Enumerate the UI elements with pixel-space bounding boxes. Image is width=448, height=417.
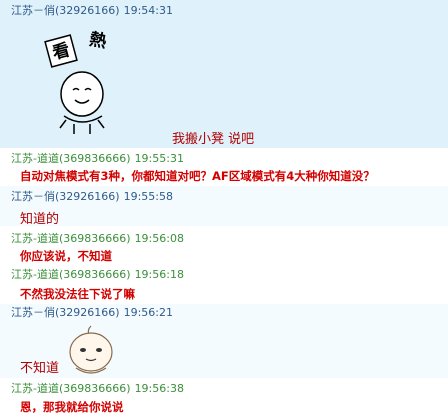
message-header: 江苏-道道(369836666) 19:55:31 <box>11 152 184 165</box>
sender-name: 江苏－俏 <box>11 306 55 319</box>
sender-qq: (369836666) <box>58 232 131 245</box>
message-body: 你应该说，不知道 <box>20 249 112 263</box>
sender-qq: (369836666) <box>58 382 131 395</box>
sender-qq: (369836666) <box>58 268 131 281</box>
timestamp: 19:56:38 <box>134 382 184 395</box>
sender-qq: (32926166) <box>55 190 120 203</box>
message-body: 不知道 <box>20 361 60 376</box>
chat-message: 江苏－俏(32926166) 19:54:31 看 熱 我搬小凳 说吧 <box>0 0 448 148</box>
sender-name: 江苏-道道 <box>11 152 59 165</box>
chat-message: 江苏-道道(369836666) 19:55:31 自动对焦模式有3种，你都知道对… <box>0 148 448 184</box>
sender-name: 江苏-道道 <box>11 382 59 395</box>
sticker-caption-2: 熱 <box>88 29 108 53</box>
timestamp: 19:55:58 <box>123 190 173 203</box>
svg-text:熱: 熱 <box>88 29 108 53</box>
sender-name: 江苏-道道 <box>11 268 59 281</box>
sticker-caption-1: 看 <box>44 34 78 68</box>
watching-sticker-icon: 看 熱 <box>44 29 108 134</box>
timestamp: 19:56:21 <box>123 306 173 319</box>
timestamp: 19:54:31 <box>123 4 173 17</box>
sender-name: 江苏－俏 <box>11 190 55 203</box>
chat-message: 江苏-道道(369836666) 19:56:08 你应该说，不知道 <box>0 228 448 264</box>
chat-message: 江苏-道道(369836666) 19:56:18 不然我没法往下说了嘛 <box>0 264 448 302</box>
message-header: 江苏－俏(32926166) 19:54:31 <box>11 4 173 17</box>
message-header: 江苏-道道(369836666) 19:56:38 <box>11 382 184 395</box>
message-header: 江苏－俏(32926166) 19:55:58 <box>11 190 173 203</box>
message-body: 知道的 <box>20 212 60 227</box>
chat-message: 江苏-道道(369836666) 19:56:38 恩，那我就给你说说 <box>0 380 448 417</box>
sender-qq: (32926166) <box>55 4 120 17</box>
timestamp: 19:56:08 <box>134 232 184 245</box>
sender-qq: (32926166) <box>55 306 120 319</box>
message-body: 我搬小凳 说吧 <box>172 132 255 147</box>
message-body: 不然我没法往下说了嘛 <box>20 287 135 301</box>
message-body: 恩，那我就给你说说 <box>20 400 124 414</box>
onion-head-sticker-icon <box>69 325 113 374</box>
message-body: 自动对焦模式有3种，你都知道对吧？AF区域模式有4大种你知道没？ <box>20 169 375 183</box>
message-header: 江苏-道道(369836666) 19:56:08 <box>11 232 184 245</box>
sender-qq: (369836666) <box>58 152 131 165</box>
timestamp: 19:56:18 <box>134 268 184 281</box>
timestamp: 19:55:31 <box>134 152 184 165</box>
sender-name: 江苏－俏 <box>11 4 55 17</box>
chat-history: 江苏－俏(32926166) 19:54:31 看 熱 我搬小凳 说吧 江苏-道道… <box>0 0 448 417</box>
message-header: 江苏-道道(369836666) 19:56:18 <box>11 268 184 281</box>
chat-message: 江苏－俏(32926166) 19:55:58 知道的 <box>0 186 448 227</box>
message-header: 江苏－俏(32926166) 19:56:21 <box>11 306 173 319</box>
chat-message: 江苏－俏(32926166) 19:56:21 不知道 <box>0 304 448 378</box>
sender-name: 江苏-道道 <box>11 232 59 245</box>
